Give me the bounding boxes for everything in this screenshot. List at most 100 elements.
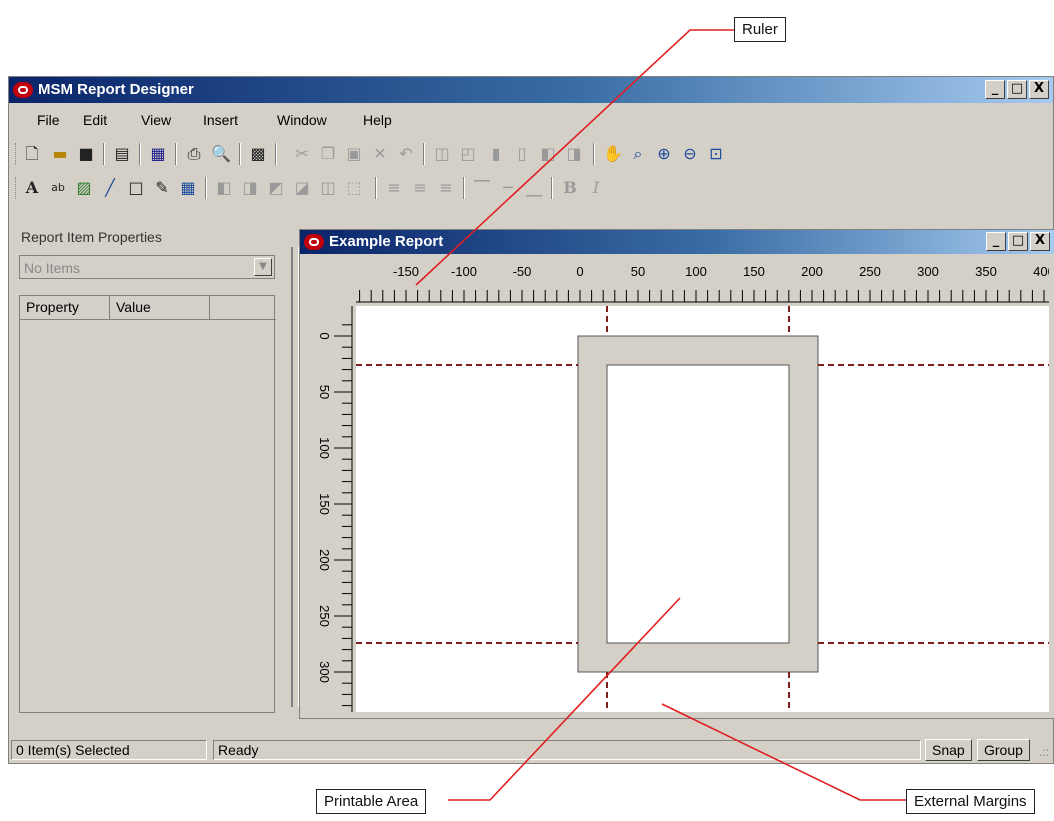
ruler-label: 150: [317, 493, 332, 515]
menu-edit[interactable]: Edit: [83, 112, 107, 128]
ruler-label: 200: [317, 549, 332, 571]
toolbar-separator: [275, 143, 277, 165]
snap-button[interactable]: Snap: [925, 739, 972, 761]
align-top-icon[interactable]: ⎺: [473, 179, 491, 197]
align-right-icon[interactable]: ≡: [437, 179, 455, 197]
grid-icon[interactable]: ▩: [249, 145, 267, 163]
item-select-value: No Items: [24, 260, 81, 276]
image-tool-icon[interactable]: ▨: [75, 179, 93, 197]
toolbar-separator: [139, 143, 141, 165]
toolbar-separator: [103, 143, 105, 165]
toolbar-separator: [593, 143, 595, 165]
maximize-button[interactable]: □: [1007, 80, 1027, 99]
table-tool-icon[interactable]: ▦: [179, 179, 197, 197]
properties-panel-title: Report Item Properties: [21, 229, 162, 245]
menu-view[interactable]: View: [141, 112, 171, 128]
field-tool-icon[interactable]: ab: [49, 179, 67, 197]
frame-6-icon[interactable]: ⬚: [345, 179, 363, 197]
menu-help[interactable]: Help: [363, 112, 392, 128]
ruler-callout: Ruler: [734, 17, 786, 42]
ruler-label: 400: [1033, 264, 1049, 279]
cut-icon[interactable]: ✂: [293, 145, 311, 163]
ruler-label: 0: [576, 264, 583, 279]
menu-file[interactable]: File: [37, 112, 60, 128]
align-left-icon[interactable]: ≡: [385, 179, 403, 197]
size-icon[interactable]: ◰: [459, 145, 477, 163]
copy-icon[interactable]: ❐: [319, 145, 337, 163]
ruler-label: -100: [451, 264, 477, 279]
unlock-icon[interactable]: ▯: [513, 145, 531, 163]
chevron-down-icon[interactable]: ▼: [254, 258, 272, 276]
open-icon[interactable]: ▬: [51, 145, 69, 163]
vertical-ruler: 0 50 100 150 200 250 300: [306, 306, 356, 712]
panel-splitter[interactable]: [291, 247, 299, 707]
send-back-icon[interactable]: ◨: [565, 145, 583, 163]
toolbar-separator: [205, 177, 207, 199]
property-grid-header: Property Value: [20, 296, 276, 320]
delete-icon[interactable]: ✕: [371, 145, 389, 163]
color-icon[interactable]: ▦: [149, 145, 167, 163]
toolbar-separator: [423, 143, 425, 165]
new-icon[interactable]: 🗋: [23, 145, 41, 163]
properties-icon[interactable]: ▤: [113, 145, 131, 163]
app-window: MSM Report Designer _ □ X File Edit View…: [8, 76, 1054, 764]
align-center-icon[interactable]: ≡: [411, 179, 429, 197]
ruler-label: 50: [317, 385, 332, 399]
item-select-combo[interactable]: No Items ▼: [19, 255, 275, 279]
report-item-properties-panel: Report Item Properties No Items ▼ Proper…: [9, 215, 289, 735]
zoom-icon[interactable]: ⌕: [629, 145, 647, 163]
status-bar: 0 Item(s) Selected Ready Snap Group .::: [9, 737, 1053, 763]
pen-tool-icon[interactable]: ✎: [153, 179, 171, 197]
align-middle-icon[interactable]: ─: [499, 179, 517, 197]
line-tool-icon[interactable]: ╱: [101, 179, 119, 197]
ruler-label: 300: [917, 264, 939, 279]
undo-icon[interactable]: ↶: [397, 145, 415, 163]
report-maximize-button[interactable]: □: [1008, 232, 1028, 251]
frame-1-icon[interactable]: ◧: [215, 179, 233, 197]
lock-icon[interactable]: ▮: [487, 145, 505, 163]
report-canvas[interactable]: [356, 306, 1049, 712]
align-icon[interactable]: ◫: [433, 145, 451, 163]
print-icon[interactable]: ⎙: [185, 145, 203, 163]
paste-icon[interactable]: ▣: [345, 145, 363, 163]
app-title-bar[interactable]: MSM Report Designer _ □ X: [9, 77, 1053, 103]
minimize-button[interactable]: _: [985, 80, 1005, 99]
toolbar-grip[interactable]: [15, 143, 18, 165]
zoom-fit-icon[interactable]: ⊡: [707, 145, 725, 163]
save-icon[interactable]: ■: [77, 145, 95, 163]
bring-front-icon[interactable]: ◧: [539, 145, 557, 163]
ruler-label: 50: [631, 264, 645, 279]
app-logo-icon: [13, 82, 33, 98]
report-window-title-bar[interactable]: Example Report _ □ X: [300, 230, 1054, 254]
align-bottom-icon[interactable]: ⎽: [525, 179, 543, 197]
report-close-button[interactable]: X: [1030, 232, 1050, 251]
frame-2-icon[interactable]: ◨: [241, 179, 259, 197]
resize-grip-icon[interactable]: .::: [1039, 745, 1049, 759]
column-header-value[interactable]: Value: [110, 296, 210, 320]
frame-5-icon[interactable]: ◫: [319, 179, 337, 197]
ruler-label: 300: [317, 661, 332, 683]
toolbar-drawing: A ab ▨ ╱ □ ✎ ▦ ◧ ◨ ◩ ◪ ◫ ⬚ ≡ ≡ ≡ ⎺ ─ ⎽ B…: [9, 171, 1053, 205]
print-preview-icon[interactable]: 🔍: [211, 145, 231, 163]
rectangle-tool-icon[interactable]: □: [127, 179, 145, 197]
toolbar-separator: [551, 177, 553, 199]
toolbar-grip[interactable]: [15, 177, 18, 199]
text-tool-icon[interactable]: A: [23, 179, 41, 197]
frame-4-icon[interactable]: ◪: [293, 179, 311, 197]
zoom-out-icon[interactable]: ⊖: [681, 145, 699, 163]
frame-3-icon[interactable]: ◩: [267, 179, 285, 197]
bold-icon[interactable]: B: [561, 179, 579, 197]
zoom-in-icon[interactable]: ⊕: [655, 145, 673, 163]
pan-icon[interactable]: ✋: [603, 145, 623, 163]
menu-insert[interactable]: Insert: [203, 112, 238, 128]
toolbar-separator: [463, 177, 465, 199]
printable-area[interactable]: [606, 364, 790, 644]
menu-window[interactable]: Window: [277, 112, 327, 128]
ruler-label: 250: [859, 264, 881, 279]
close-button[interactable]: X: [1029, 80, 1049, 99]
group-button[interactable]: Group: [977, 739, 1030, 761]
property-grid[interactable]: Property Value: [19, 295, 276, 713]
column-header-property[interactable]: Property: [20, 296, 110, 320]
report-minimize-button[interactable]: _: [986, 232, 1006, 251]
italic-icon[interactable]: I: [587, 179, 605, 197]
